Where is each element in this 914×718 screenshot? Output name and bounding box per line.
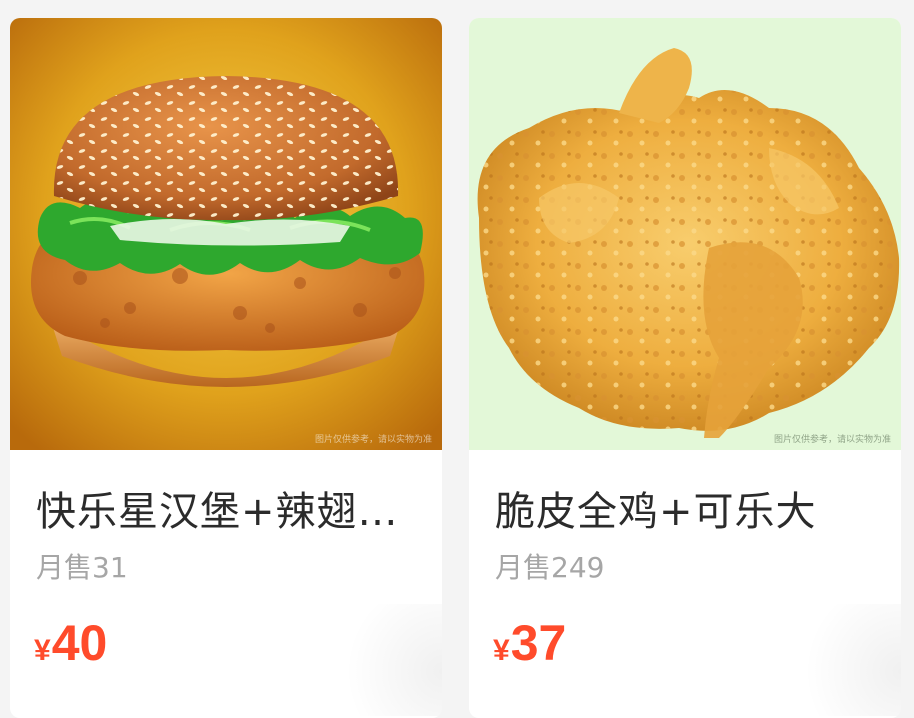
currency-symbol: ¥ (34, 634, 51, 667)
product-price: ¥37 (493, 614, 566, 672)
price-amount: 37 (510, 615, 567, 671)
add-button-shadow (322, 604, 442, 716)
product-title: 快乐星汉堡+辣翅… (36, 489, 399, 535)
burger-photo[interactable]: 图片仅供参考，请以实物为准 (10, 18, 442, 450)
product-grid: 图片仅供参考，请以实物为准 快乐星汉堡+辣翅… 月售31 ¥40 图片仅供参考，… (0, 0, 914, 718)
product-title: 脆皮全鸡+可乐大 (495, 489, 817, 535)
product-card[interactable]: 图片仅供参考，请以实物为准 脆皮全鸡+可乐大 月售249 ¥37 (469, 18, 901, 718)
fried-chicken-photo[interactable]: 图片仅供参考，请以实物为准 (469, 18, 901, 450)
price-amount: 40 (51, 615, 108, 671)
fried-chicken-image: 图片仅供参考，请以实物为准 (469, 18, 901, 450)
add-button-shadow (781, 604, 901, 716)
product-price: ¥40 (34, 614, 107, 672)
monthly-sales: 月售31 (36, 551, 128, 584)
monthly-sales: 月售249 (495, 551, 605, 584)
svg-text:图片仅供参考，请以实物为准: 图片仅供参考，请以实物为准 (774, 433, 891, 445)
svg-text:图片仅供参考，请以实物为准: 图片仅供参考，请以实物为准 (315, 433, 432, 445)
product-card[interactable]: 图片仅供参考，请以实物为准 快乐星汉堡+辣翅… 月售31 ¥40 (10, 18, 442, 718)
burger-image: 图片仅供参考，请以实物为准 (10, 18, 442, 450)
currency-symbol: ¥ (493, 634, 510, 667)
